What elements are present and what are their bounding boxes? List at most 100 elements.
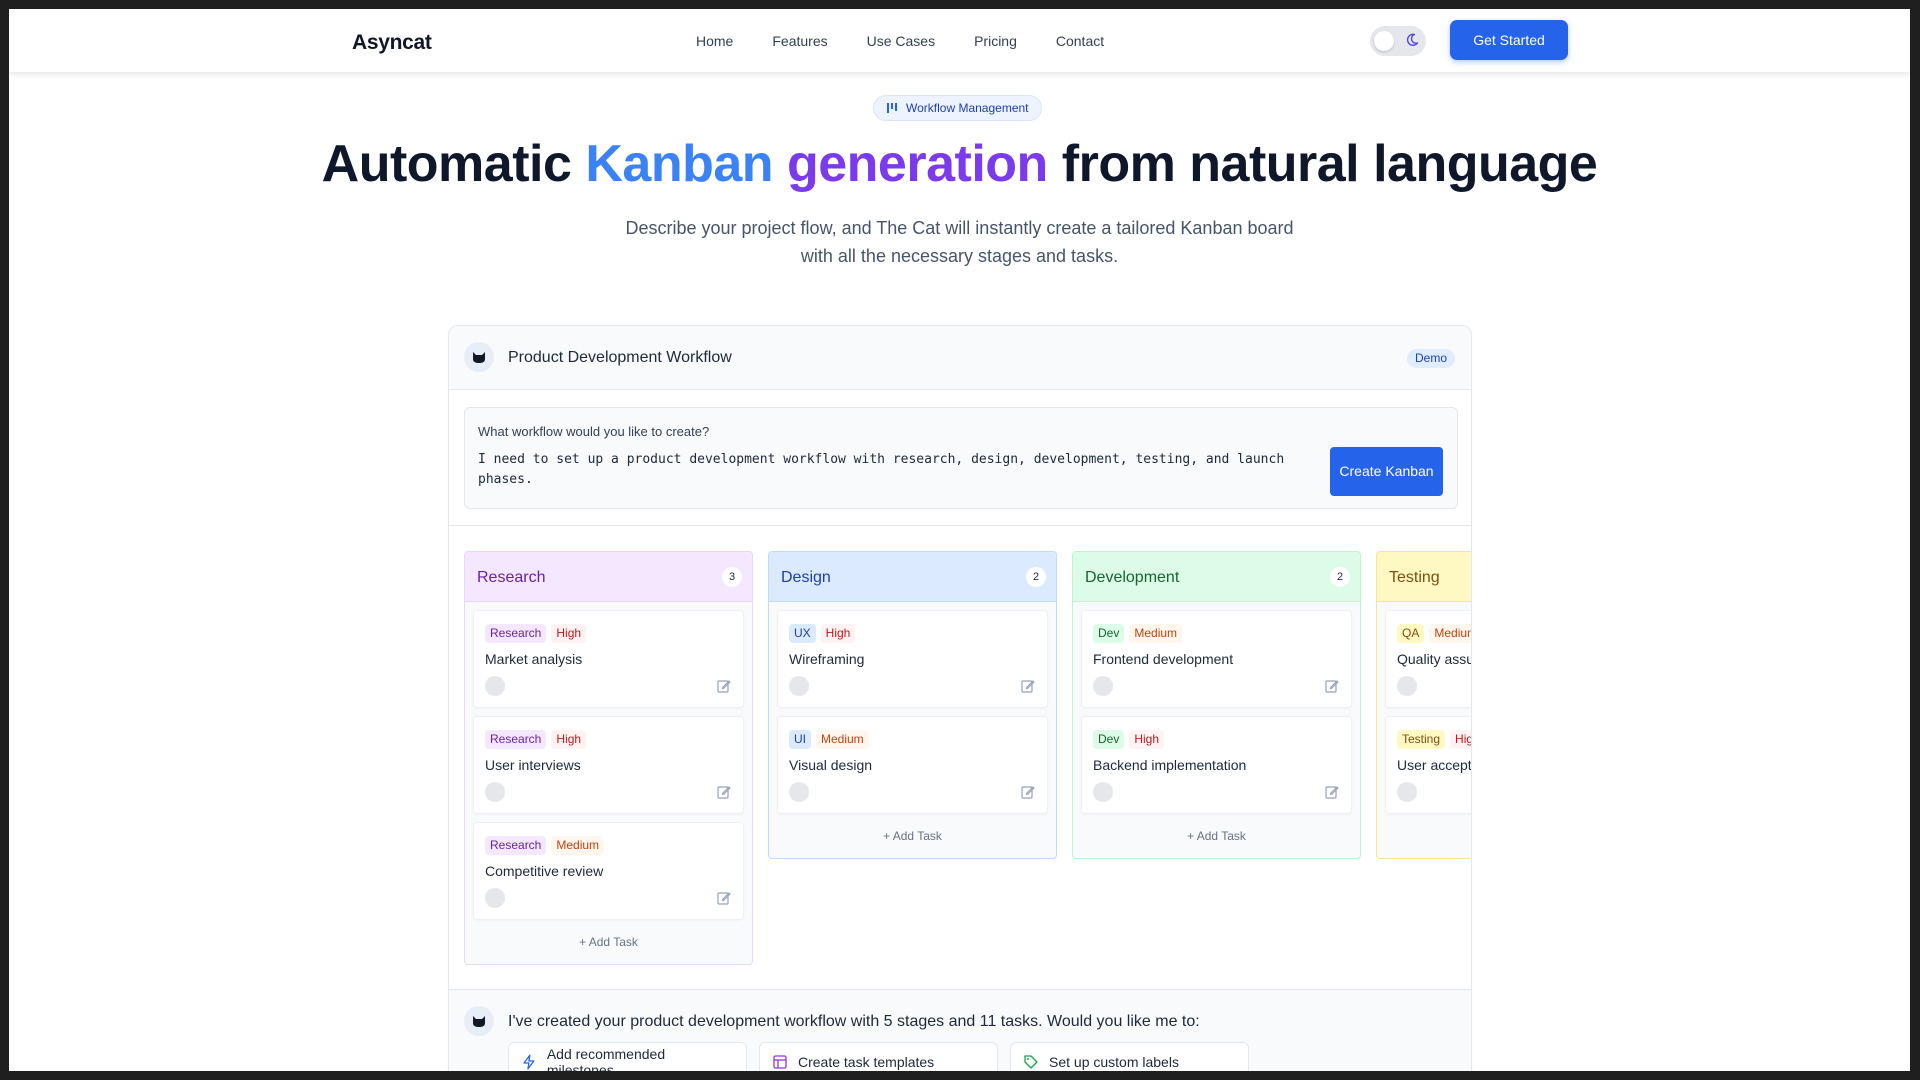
edit-icon[interactable] [716,784,732,800]
pill-label: Workflow Management [906,101,1029,115]
column-count-badge: 3 [722,567,742,587]
demo-title: Product Development Workflow [508,349,732,366]
nav-link-pricing[interactable]: Pricing [974,33,1017,49]
card-list: Research High Market analysis Research High U… [465,602,752,920]
theme-toggle[interactable] [1370,26,1426,56]
suggestion-label: Add recommended milestones [546,1046,666,1071]
kanban-icon [887,103,897,113]
task-card[interactable]: Dev High Backend implementation [1081,716,1352,814]
assignee-avatar[interactable] [1093,676,1113,696]
category-tag: Testing [1397,730,1446,749]
task-tags: Dev High [1093,730,1165,749]
assignee-avatar[interactable] [1397,782,1417,802]
task-card[interactable]: TestingHigh User acceptance testing [1385,716,1472,814]
priority-tag: Medium [1129,624,1183,643]
column-header: Design 2 [769,552,1056,602]
task-title: Quality assurance [1397,651,1472,667]
edit-icon[interactable] [1020,678,1036,694]
assignee-avatar[interactable] [1093,782,1113,802]
kanban-column-design: Design 2 UX High Wireframing UI Medium Visual d… [768,551,1057,859]
card-list: UX High Wireframing UI Medium Visual design [769,602,1056,814]
priority-tag: High [1450,730,1471,749]
add-task-button[interactable]: + Add Task [465,928,752,964]
assignee-avatar[interactable] [789,782,809,802]
category-tag: Dev [1093,730,1125,749]
task-card[interactable]: Research High Market analysis [473,610,744,708]
demo-badge: Demo [1406,349,1455,368]
suggestion-list: Add recommended milestones Create task t… [508,1042,1249,1071]
priority-tag: High [1129,730,1165,749]
column-count-badge: 2 [1330,567,1350,587]
add-task-button[interactable]: + Add Task [769,822,1056,858]
edit-icon[interactable] [716,890,732,906]
hero-title-kanban: Kanban [585,135,774,193]
edit-icon[interactable] [1020,784,1036,800]
task-tags: Dev Medium [1093,624,1183,643]
task-card[interactable]: UI Medium Visual design [777,716,1048,814]
edit-icon[interactable] [1324,784,1340,800]
prompt-input[interactable]: I need to set up a product development w… [478,450,1298,490]
priority-tag: High [551,624,587,643]
divider [449,525,1471,526]
column-header: Research 3 [465,552,752,602]
assignee-avatar[interactable] [485,676,505,696]
add-task-button[interactable]: + Add Task [1377,822,1471,858]
nav-link-home[interactable]: Home [696,33,733,49]
assignee-avatar[interactable] [1397,676,1417,696]
priority-tag: Medium [816,730,869,749]
task-tags: Research High [485,624,587,643]
suggestion-label: Set up custom labels [1049,1054,1179,1070]
nav-link-use-cases[interactable]: Use Cases [867,33,935,49]
column-title: Research [477,569,546,586]
nav-links: Home Features Use Cases Pricing Contact [696,33,1143,49]
category-tag: Research [485,730,547,749]
task-title: Market analysis [485,651,583,667]
assignee-avatar[interactable] [789,676,809,696]
task-title: Competitive review [485,863,604,879]
message-text: I've created your product development wo… [508,1013,1200,1030]
column-header: Development 2 [1073,552,1360,602]
kanban-column-research: Research 3 Research High Market analysis Rese… [464,551,753,965]
assignee-avatar[interactable] [485,888,505,908]
edit-icon[interactable] [716,678,732,694]
demo-header: Product Development Workflow Demo [449,326,1471,390]
hero-title-end: from natural language [1047,135,1598,193]
task-card[interactable]: Dev Medium Frontend development [1081,610,1352,708]
task-card[interactable]: Research Medium Competitive review [473,822,744,920]
hero-title-generation: generation [786,135,1048,193]
hero-title-start: Automatic [321,135,586,193]
priority-tag: High [820,624,856,643]
task-title: Frontend development [1093,651,1234,667]
assignee-avatar[interactable] [485,782,505,802]
template-icon [773,1055,787,1069]
task-title: Backend implementation [1093,757,1247,773]
hero-title: Automatic Kanban generation from natural… [9,134,1910,194]
hero-subtitle-line1: Describe your project flow, and The Cat … [625,218,1294,238]
kanban-column-development: Development 2 Dev Medium Frontend developmen… [1072,551,1361,859]
task-tags: TestingHigh [1397,730,1471,749]
task-card[interactable]: QAMedium Quality assurance [1385,610,1472,708]
nav-link-contact[interactable]: Contact [1056,33,1104,49]
get-started-button[interactable]: Get Started [1450,20,1568,60]
nav-link-features[interactable]: Features [772,33,827,49]
browser-viewport: Asyncat Home Features Use Cases Pricing … [9,9,1910,1071]
tag-icon [1024,1055,1038,1069]
add-task-button[interactable]: + Add Task [1073,822,1360,858]
suggestion-labels[interactable]: Set up custom labels [1010,1042,1249,1071]
prompt-label: What workflow would you like to create? [478,424,710,439]
lightning-icon [523,1054,535,1070]
task-tags: UI Medium [789,730,869,749]
task-card[interactable]: Research High User interviews [473,716,744,814]
suggestion-milestones[interactable]: Add recommended milestones [508,1042,747,1071]
task-title: User acceptance testing [1397,757,1472,773]
create-kanban-button[interactable]: Create Kanban [1330,447,1443,496]
suggestion-label: Create task templates [798,1054,935,1070]
category-tag: Dev [1093,624,1125,643]
task-card[interactable]: UX High Wireframing [777,610,1048,708]
task-title: Visual design [789,757,873,773]
priority-tag: High [551,730,587,749]
moon-icon [1406,33,1419,46]
edit-icon[interactable] [1324,678,1340,694]
suggestion-templates[interactable]: Create task templates [759,1042,998,1071]
brand-logo[interactable]: Asyncat [352,31,432,55]
